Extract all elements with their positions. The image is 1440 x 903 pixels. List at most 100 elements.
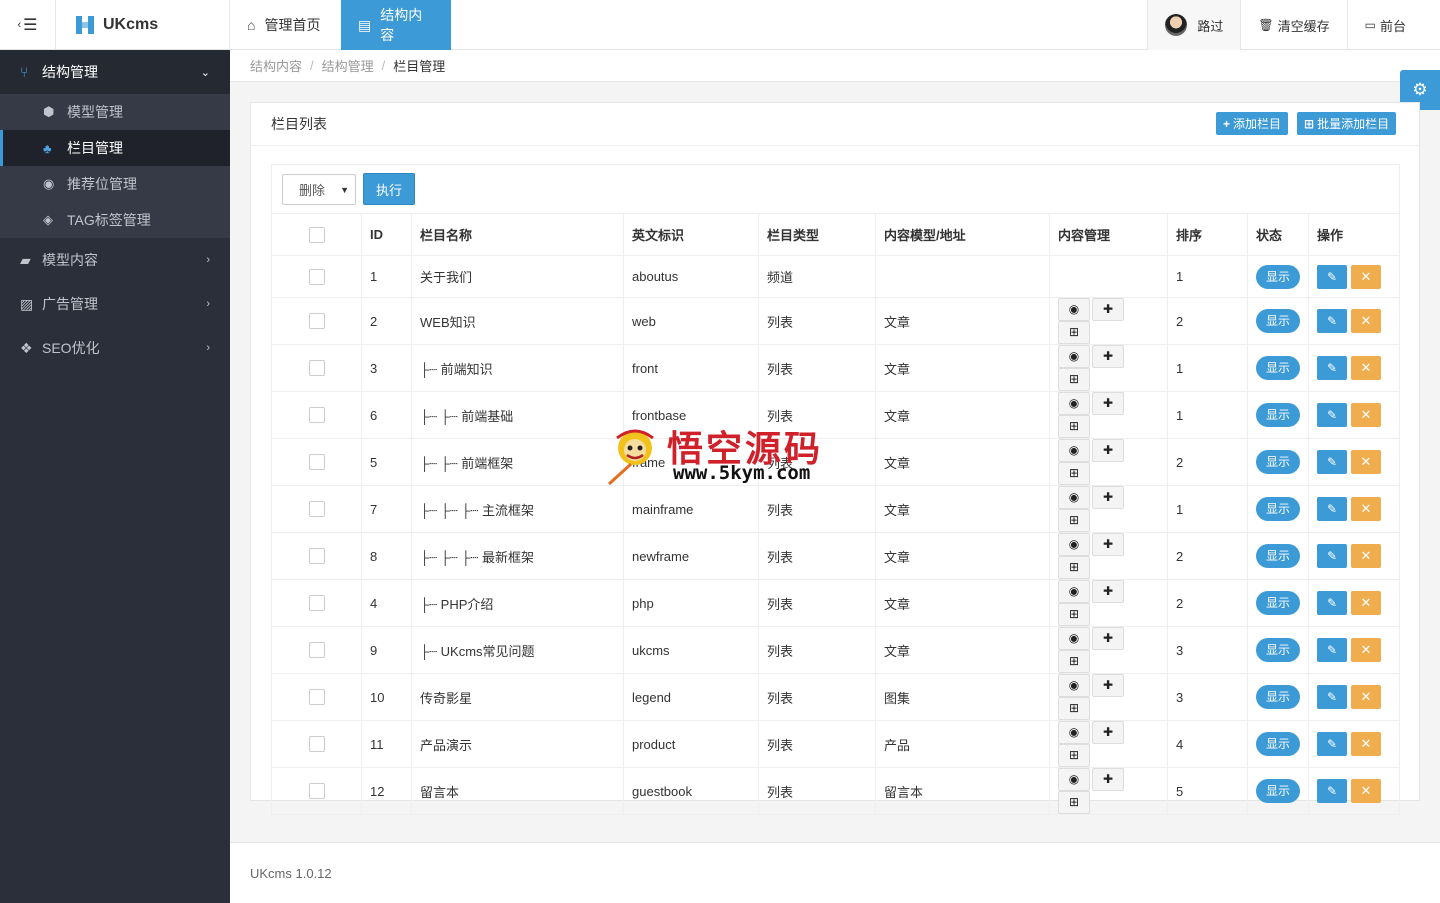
status-toggle-button[interactable]: 显示 [1256, 685, 1300, 709]
sidebar-item-column[interactable]: ♣ 栏目管理 [0, 130, 230, 166]
brand[interactable]: UKcms [56, 0, 230, 50]
delete-button[interactable]: ✕ [1351, 638, 1381, 662]
status-toggle-button[interactable]: 显示 [1256, 309, 1300, 333]
view-content-button[interactable]: ◉ [1058, 298, 1090, 321]
view-content-button[interactable]: ◉ [1058, 674, 1090, 697]
delete-button[interactable]: ✕ [1351, 544, 1381, 568]
add-column-button[interactable]: + 添加栏目 [1216, 112, 1289, 135]
add-content-button[interactable]: ✚ [1092, 439, 1124, 462]
sidebar-item-model[interactable]: ⬢ 模型管理 [0, 94, 230, 130]
row-checkbox[interactable] [308, 360, 325, 377]
edit-button[interactable]: ✎ [1317, 732, 1347, 756]
view-content-button[interactable]: ◉ [1058, 768, 1090, 791]
status-toggle-button[interactable]: 显示 [1256, 779, 1300, 803]
edit-button[interactable]: ✎ [1317, 544, 1347, 568]
status-toggle-button[interactable]: 显示 [1256, 638, 1300, 662]
row-checkbox[interactable] [308, 642, 325, 659]
view-content-button[interactable]: ◉ [1058, 533, 1090, 556]
status-toggle-button[interactable]: 显示 [1256, 732, 1300, 756]
row-checkbox[interactable] [308, 689, 325, 706]
batch-action-select[interactable]: 删除 ▼ [282, 174, 356, 205]
row-checkbox[interactable] [308, 736, 325, 753]
sidebar-toggle-button[interactable]: ‹ ☰ [0, 0, 56, 50]
edit-button[interactable]: ✎ [1317, 685, 1347, 709]
delete-button[interactable]: ✕ [1351, 591, 1381, 615]
frontend-link[interactable]: ▭ 前台 [1346, 0, 1440, 50]
sidebar-item-structure[interactable]: ⑂ 结构管理 ⌄ [0, 50, 230, 94]
batch-add-content-button[interactable]: ⊞ [1058, 462, 1090, 485]
add-content-button[interactable]: ✚ [1092, 627, 1124, 650]
breadcrumb-item[interactable]: 结构内容 [250, 56, 302, 75]
status-toggle-button[interactable]: 显示 [1256, 450, 1300, 474]
status-toggle-button[interactable]: 显示 [1256, 497, 1300, 521]
edit-button[interactable]: ✎ [1317, 638, 1347, 662]
delete-button[interactable]: ✕ [1351, 403, 1381, 427]
row-checkbox[interactable] [308, 783, 325, 800]
status-toggle-button[interactable]: 显示 [1256, 403, 1300, 427]
edit-button[interactable]: ✎ [1317, 497, 1347, 521]
add-content-button[interactable]: ✚ [1092, 768, 1124, 791]
edit-button[interactable]: ✎ [1317, 403, 1347, 427]
delete-button[interactable]: ✕ [1351, 450, 1381, 474]
view-content-button[interactable]: ◉ [1058, 721, 1090, 744]
batch-add-content-button[interactable]: ⊞ [1058, 697, 1090, 720]
batch-add-content-button[interactable]: ⊞ [1058, 744, 1090, 767]
row-checkbox[interactable] [308, 501, 325, 518]
batch-add-content-button[interactable]: ⊞ [1058, 603, 1090, 626]
select-all-checkbox[interactable] [308, 226, 325, 243]
user-menu[interactable]: 路过 [1147, 0, 1241, 50]
add-content-button[interactable]: ✚ [1092, 533, 1124, 556]
edit-button[interactable]: ✎ [1317, 309, 1347, 333]
execute-button[interactable]: 执行 [363, 173, 415, 205]
edit-button[interactable]: ✎ [1317, 450, 1347, 474]
breadcrumb-item[interactable]: 结构管理 [322, 56, 374, 75]
batch-add-content-button[interactable]: ⊞ [1058, 650, 1090, 673]
tab-structure-content[interactable]: ▤ 结构内容 [341, 0, 451, 50]
add-content-button[interactable]: ✚ [1092, 721, 1124, 744]
tab-dashboard[interactable]: ⌂ 管理首页 [230, 0, 341, 50]
view-content-button[interactable]: ◉ [1058, 627, 1090, 650]
batch-add-column-button[interactable]: ⊞ 批量添加栏目 [1297, 112, 1397, 135]
row-checkbox[interactable] [308, 595, 325, 612]
batch-add-content-button[interactable]: ⊞ [1058, 321, 1090, 344]
row-checkbox[interactable] [308, 268, 325, 285]
batch-add-content-button[interactable]: ⊞ [1058, 556, 1090, 579]
row-checkbox[interactable] [308, 407, 325, 424]
edit-button[interactable]: ✎ [1317, 264, 1347, 289]
row-checkbox[interactable] [308, 548, 325, 565]
view-content-button[interactable]: ◉ [1058, 345, 1090, 368]
edit-button[interactable]: ✎ [1317, 356, 1347, 380]
status-toggle-button[interactable]: 显示 [1256, 591, 1300, 615]
delete-button[interactable]: ✕ [1351, 497, 1381, 521]
status-toggle-button[interactable]: 显示 [1256, 356, 1300, 380]
status-toggle-button[interactable]: 显示 [1256, 264, 1300, 289]
clear-cache-button[interactable]: 🗑 清空缓存 [1240, 0, 1346, 50]
add-content-button[interactable]: ✚ [1092, 486, 1124, 509]
add-content-button[interactable]: ✚ [1092, 298, 1124, 321]
delete-button[interactable]: ✕ [1351, 309, 1381, 333]
view-content-button[interactable]: ◉ [1058, 486, 1090, 509]
edit-button[interactable]: ✎ [1317, 591, 1347, 615]
row-checkbox[interactable] [308, 454, 325, 471]
sidebar-item-position[interactable]: ◉ 推荐位管理 [0, 166, 230, 202]
delete-button[interactable]: ✕ [1351, 264, 1381, 289]
sidebar-item-seo[interactable]: ❖ SEO优化 › [0, 326, 230, 370]
delete-button[interactable]: ✕ [1351, 779, 1381, 803]
sidebar-item-model-content[interactable]: ▰ 模型内容 › [0, 238, 230, 282]
batch-add-content-button[interactable]: ⊞ [1058, 368, 1090, 391]
batch-add-content-button[interactable]: ⊞ [1058, 415, 1090, 438]
delete-button[interactable]: ✕ [1351, 685, 1381, 709]
view-content-button[interactable]: ◉ [1058, 580, 1090, 603]
view-content-button[interactable]: ◉ [1058, 439, 1090, 462]
add-content-button[interactable]: ✚ [1092, 392, 1124, 415]
status-toggle-button[interactable]: 显示 [1256, 544, 1300, 568]
delete-button[interactable]: ✕ [1351, 356, 1381, 380]
view-content-button[interactable]: ◉ [1058, 392, 1090, 415]
add-content-button[interactable]: ✚ [1092, 345, 1124, 368]
edit-button[interactable]: ✎ [1317, 779, 1347, 803]
sidebar-item-tags[interactable]: ◈ TAG标签管理 [0, 202, 230, 238]
add-content-button[interactable]: ✚ [1092, 674, 1124, 697]
delete-button[interactable]: ✕ [1351, 732, 1381, 756]
add-content-button[interactable]: ✚ [1092, 580, 1124, 603]
row-checkbox[interactable] [308, 313, 325, 330]
